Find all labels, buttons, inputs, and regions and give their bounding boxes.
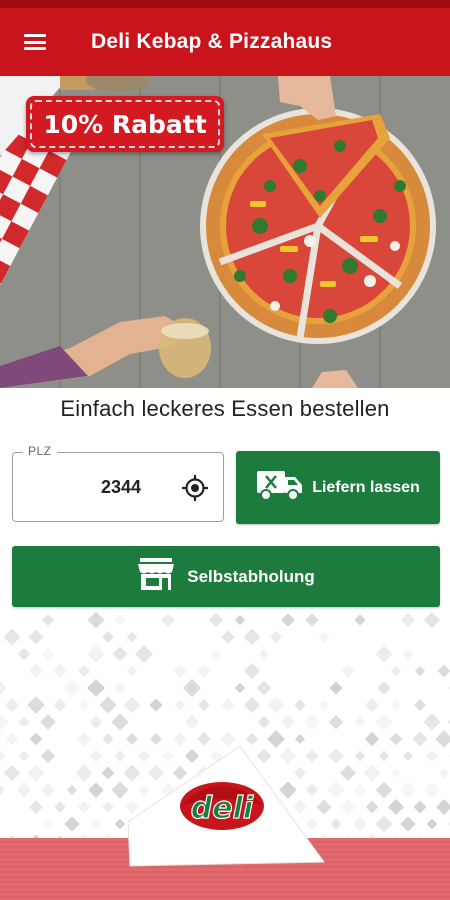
menu-button[interactable] [0,8,70,76]
app-title: Deli Kebap & Pizzahaus [91,30,333,53]
pickup-button[interactable]: Selbstabholung [12,546,440,607]
discount-badge: 10% Rabatt [26,96,224,152]
pickup-button-label: Selbstabholung [187,566,315,586]
plz-field[interactable]: PLZ [12,444,224,522]
plz-input[interactable] [13,453,163,521]
tagline: Einfach leckeres Essen bestellen [60,396,390,421]
hamburger-menu-icon [24,34,46,50]
delivery-truck-icon [256,468,304,507]
storefront-icon [137,557,175,596]
gps-locate-icon[interactable] [181,474,209,502]
deliver-button-label: Liefern lassen [312,478,420,496]
app-bar: Deli Kebap & Pizzahaus [0,8,450,76]
discount-badge-text: 10% Rabatt [43,109,207,139]
svg-text:deli: deli [191,791,254,826]
deliver-button[interactable]: Liefern lassen [236,451,440,524]
deli-logo: deli [120,742,330,870]
status-bar [0,0,450,8]
